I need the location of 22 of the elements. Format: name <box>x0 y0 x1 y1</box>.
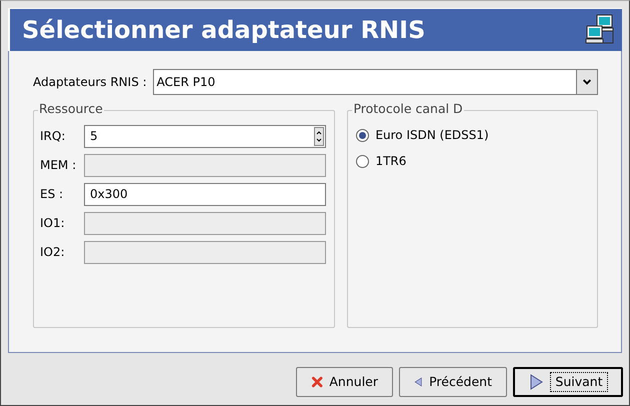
radio-button[interactable] <box>356 128 370 142</box>
group-title: Ressource <box>38 103 104 116</box>
radio-label[interactable]: Euro ISDN (EDSS1) <box>375 126 489 144</box>
window-title: Sélectionner adaptateur RNIS <box>22 16 426 44</box>
input-field[interactable]: 0x300 <box>84 182 326 206</box>
adapter-dropdown[interactable]: ACER P10 <box>152 69 598 95</box>
field-label: IRQ: <box>40 128 66 145</box>
field-label: IO1: <box>40 215 66 232</box>
back-button[interactable]: Précédent <box>399 367 507 397</box>
spin-arrows-icon[interactable] <box>314 126 324 146</box>
x-icon <box>311 374 324 390</box>
field-label: MEM : <box>40 157 78 174</box>
field-label: ES : <box>40 186 64 203</box>
radio-label[interactable]: 1TR6 <box>375 152 406 170</box>
spin-field[interactable]: 5 <box>84 124 326 148</box>
group-title: Protocole canal D <box>352 103 464 116</box>
next-button[interactable]: Suivant <box>513 367 623 397</box>
radio-button[interactable] <box>356 154 370 168</box>
cancel-button[interactable]: Annuler <box>296 367 393 397</box>
adapter-label: Adaptateurs RNIS : <box>33 74 147 91</box>
field-label: IO2: <box>40 244 66 261</box>
right-triangle-icon <box>528 374 544 390</box>
